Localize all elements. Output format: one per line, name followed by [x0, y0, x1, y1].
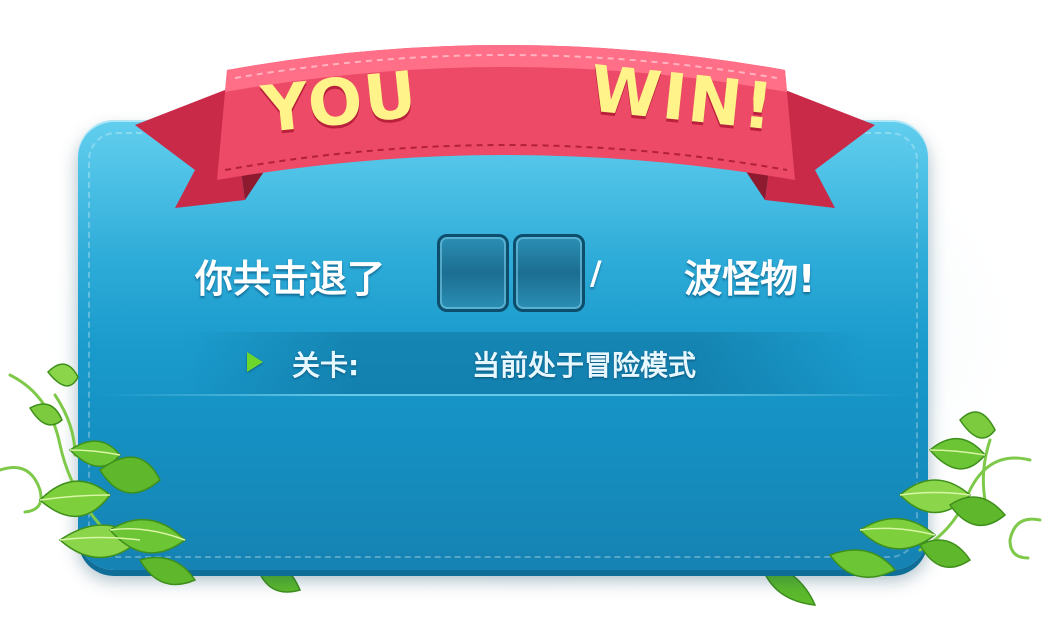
level-divider	[100, 394, 910, 396]
waves-separator: /	[590, 254, 602, 292]
wave-digit-tens	[437, 234, 509, 312]
play-arrow-icon	[247, 352, 263, 372]
wave-digit-ones	[513, 234, 585, 312]
victory-dialog: YOU WIN! 你共击退了 / 波怪物! 关卡: 当前处于冒险模式	[0, 0, 1056, 619]
waves-prefix-text: 你共击退了	[195, 257, 386, 301]
mode-text: 当前处于冒险模式	[472, 349, 697, 382]
waves-suffix-text: 波怪物!	[684, 257, 816, 301]
waves-counter	[437, 234, 585, 312]
level-label: 关卡:	[292, 349, 360, 382]
title-you: YOU	[258, 58, 422, 148]
title-win: WIN!	[586, 52, 779, 146]
